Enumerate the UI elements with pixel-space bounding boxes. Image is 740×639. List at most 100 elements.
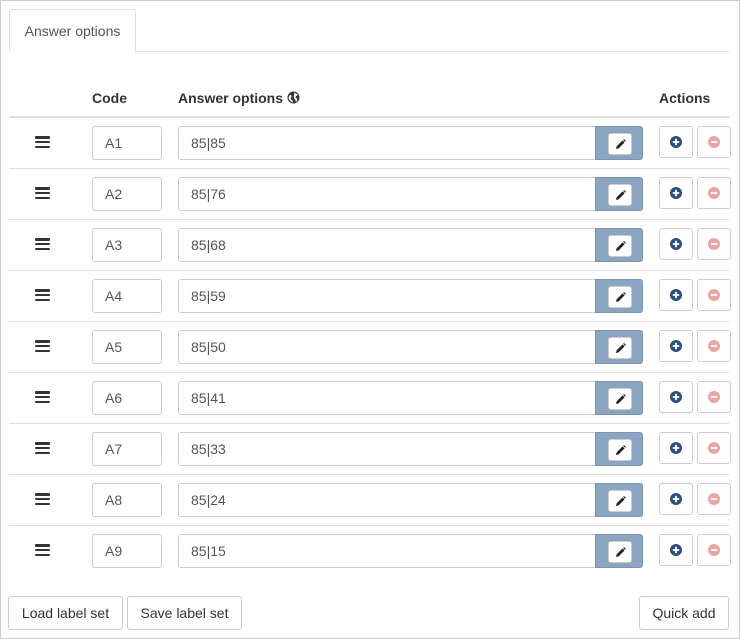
answer-option-input[interactable] (178, 432, 595, 466)
minus-circle-icon (708, 238, 720, 250)
remove-option-button[interactable] (697, 534, 731, 566)
remove-option-button[interactable] (697, 381, 731, 413)
answer-option-input[interactable] (178, 177, 595, 211)
edit-addon[interactable] (595, 126, 643, 160)
edit-button[interactable] (608, 133, 632, 155)
bars-icon[interactable] (35, 187, 50, 200)
bars-icon[interactable] (35, 442, 50, 455)
pencil-icon (616, 190, 626, 200)
edit-addon[interactable] (595, 330, 643, 364)
edit-button[interactable] (608, 541, 632, 563)
plus-circle-icon (670, 187, 682, 199)
edit-addon[interactable] (595, 432, 643, 466)
answer-input-group (178, 177, 643, 211)
edit-button[interactable] (608, 388, 632, 410)
pencil-icon (616, 241, 626, 251)
minus-circle-icon (708, 187, 720, 199)
minus-circle-icon (708, 289, 720, 301)
remove-option-button[interactable] (697, 432, 731, 464)
load-label-set-button[interactable]: Load label set (8, 596, 123, 630)
answer-input-group (178, 279, 643, 313)
table-row (9, 220, 731, 271)
table-row (9, 169, 731, 220)
code-input[interactable] (92, 279, 162, 313)
add-option-button[interactable] (659, 177, 693, 209)
code-input[interactable] (92, 432, 162, 466)
bars-icon[interactable] (35, 544, 50, 557)
globe-icon (287, 91, 300, 104)
edit-button[interactable] (608, 337, 632, 359)
remove-option-button[interactable] (697, 126, 731, 158)
answer-option-input[interactable] (178, 126, 595, 160)
pencil-icon (616, 496, 626, 506)
edit-button[interactable] (608, 286, 632, 308)
plus-circle-icon (670, 238, 682, 250)
edit-addon[interactable] (595, 279, 643, 313)
pencil-icon (616, 139, 626, 149)
plus-circle-icon (670, 289, 682, 301)
column-header-code: Code (92, 90, 127, 106)
add-option-button[interactable] (659, 534, 693, 566)
answer-option-input[interactable] (178, 381, 595, 415)
answer-option-input[interactable] (178, 228, 595, 262)
bars-icon[interactable] (35, 136, 50, 149)
answer-options-panel: Answer options Code Answer options Actio… (0, 0, 740, 639)
answer-option-input[interactable] (178, 279, 595, 313)
add-option-button[interactable] (659, 228, 693, 260)
bars-icon[interactable] (35, 493, 50, 506)
code-input[interactable] (92, 534, 162, 568)
table-row (9, 271, 731, 322)
tab-answer-options[interactable]: Answer options (9, 9, 136, 52)
column-header-answer-options-label: Answer options (178, 90, 284, 106)
pencil-icon (616, 547, 626, 557)
add-option-button[interactable] (659, 432, 693, 464)
remove-option-button[interactable] (697, 177, 731, 209)
plus-circle-icon (670, 391, 682, 403)
quick-add-button[interactable]: Quick add (639, 596, 729, 630)
answer-input-group (178, 534, 643, 568)
edit-addon[interactable] (595, 381, 643, 415)
answer-input-group (178, 330, 643, 364)
add-option-button[interactable] (659, 126, 693, 158)
code-input[interactable] (92, 381, 162, 415)
bars-icon[interactable] (35, 289, 50, 302)
pencil-icon (616, 394, 626, 404)
add-option-button[interactable] (659, 381, 693, 413)
answer-option-input[interactable] (178, 330, 595, 364)
answer-option-input[interactable] (178, 534, 595, 568)
add-option-button[interactable] (659, 330, 693, 362)
answer-option-input[interactable] (178, 483, 595, 517)
plus-circle-icon (670, 442, 682, 454)
add-option-button[interactable] (659, 483, 693, 515)
bars-icon[interactable] (35, 238, 50, 251)
code-input[interactable] (92, 228, 162, 262)
bars-icon[interactable] (35, 340, 50, 353)
table-row (9, 526, 731, 577)
code-input[interactable] (92, 330, 162, 364)
pencil-icon (616, 445, 626, 455)
edit-addon[interactable] (595, 534, 643, 568)
edit-addon[interactable] (595, 483, 643, 517)
edit-button[interactable] (608, 439, 632, 461)
edit-addon[interactable] (595, 177, 643, 211)
code-input[interactable] (92, 126, 162, 160)
code-input[interactable] (92, 177, 162, 211)
remove-option-button[interactable] (697, 483, 731, 515)
save-label-set-button[interactable]: Save label set (127, 596, 242, 630)
edit-button[interactable] (608, 490, 632, 512)
remove-option-button[interactable] (697, 228, 731, 260)
answer-input-group (178, 126, 643, 160)
column-header-actions: Actions (659, 90, 711, 106)
remove-option-button[interactable] (697, 330, 731, 362)
edit-button[interactable] (608, 235, 632, 257)
edit-button[interactable] (608, 184, 632, 206)
table-row (9, 424, 731, 475)
code-input[interactable] (92, 483, 162, 517)
answer-input-group (178, 228, 643, 262)
minus-circle-icon (708, 391, 720, 403)
edit-addon[interactable] (595, 228, 643, 262)
remove-option-button[interactable] (697, 279, 731, 311)
bars-icon[interactable] (35, 391, 50, 404)
add-option-button[interactable] (659, 279, 693, 311)
tab-bar: Answer options (9, 9, 729, 52)
